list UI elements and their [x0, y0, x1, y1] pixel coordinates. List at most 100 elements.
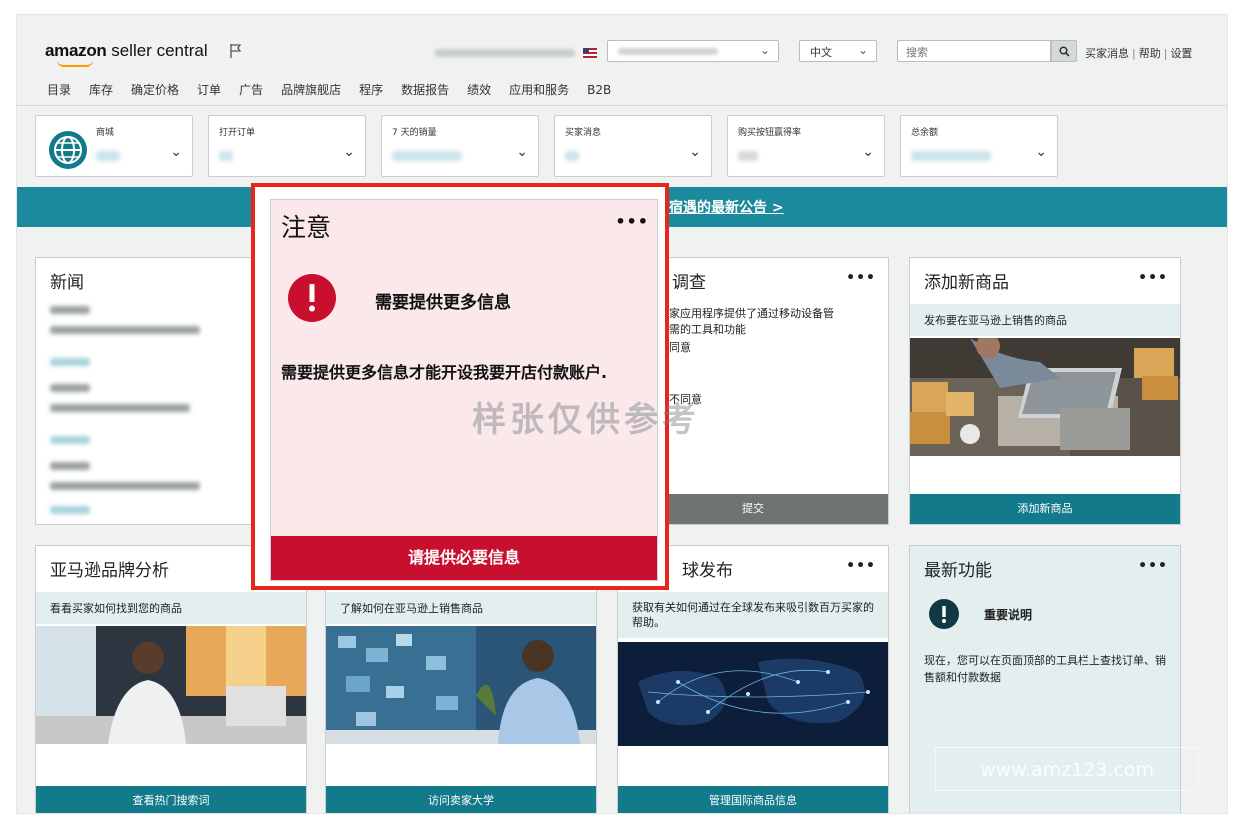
main-nav: 目录 库存 确定价格 订单 广告 品牌旗舰店 程序 数据报告 绩效 应用和服务 B2B — [47, 79, 629, 97]
highlight-outline: 注意 ••• 需要提供更多信息 需要提供更多信息才能开设我要开店付款账户. 请提… — [251, 183, 669, 590]
widget-total-balance[interactable]: 总余额 ⌄ — [900, 115, 1058, 177]
more-options-icon[interactable]: ••• — [615, 212, 649, 231]
search-input[interactable] — [897, 40, 1051, 62]
widget-marketplace[interactable]: 商城 ⌄ — [35, 115, 193, 177]
nav-item[interactable]: 确定价格 — [131, 81, 179, 98]
nav-item[interactable]: 绩效 — [467, 81, 491, 98]
nav-item[interactable]: 数据报告 — [401, 81, 449, 98]
nav-item[interactable]: 订单 — [197, 81, 221, 98]
more-options-icon[interactable]: ••• — [846, 270, 876, 286]
info-alert-icon — [929, 599, 959, 629]
chevron-down-icon: ⌄ — [170, 144, 182, 160]
us-flag-icon — [583, 48, 597, 58]
news-date — [50, 462, 90, 470]
university-person-image — [326, 626, 596, 744]
language-select[interactable]: 中文 ⌄ — [799, 40, 877, 62]
widget-label: 购买按钮赢得率 — [738, 128, 802, 138]
feature-heading: 重要说明 — [984, 608, 1033, 622]
top-links: 买家消息 | 帮助 | 设置 — [1085, 47, 1193, 60]
more-options-icon[interactable]: ••• — [1138, 270, 1168, 286]
card-title: 调查 — [672, 273, 706, 293]
card-title: 添加新商品 — [924, 273, 1009, 293]
announcement-link[interactable]: 宿遇的最新公告 > — [669, 197, 784, 217]
merchant-name — [435, 49, 575, 57]
chevron-down-icon: ⌄ — [862, 144, 874, 160]
link-help[interactable]: 帮助 — [1139, 47, 1161, 60]
card-title: 新闻 — [50, 273, 84, 293]
bookmark-flag-icon[interactable] — [229, 43, 243, 59]
card-add-product: 添加新商品 ••• 发布要在亚马逊上销售的商品 添加新商品 — [909, 257, 1181, 525]
more-options-icon[interactable]: ••• — [846, 558, 876, 574]
visit-seller-university-button[interactable]: 访问卖家大学 — [326, 786, 596, 813]
card-subtitle: 了解如何在亚马逊上销售商品 — [326, 592, 596, 624]
news-link[interactable] — [50, 358, 90, 366]
card-title: 球发布 — [682, 561, 733, 581]
amazon-logo[interactable]: amazon seller central — [45, 41, 208, 61]
news-date — [50, 306, 90, 314]
widget-value — [911, 151, 991, 161]
sample-watermark: 样张仅供参考 — [472, 400, 700, 440]
news-headline — [50, 482, 200, 490]
chevron-down-icon: ⌄ — [343, 144, 355, 160]
card-title: 亚马逊品牌分析 — [50, 561, 169, 581]
chevron-down-icon: ⌄ — [689, 144, 701, 160]
chevron-down-icon: ⌄ — [857, 43, 868, 57]
chevron-down-icon: ⌄ — [759, 43, 770, 57]
nav-item[interactable]: 目录 — [47, 81, 71, 98]
card-subtitle: 获取有关如何通过在全球发布来吸引数百万买家的帮助。 — [618, 592, 888, 638]
provide-info-button[interactable]: 请提供必要信息 — [271, 536, 657, 580]
widget-buybox-rate[interactable]: 购买按钮赢得率 ⌄ — [727, 115, 885, 177]
view-top-search-terms-button[interactable]: 查看热门搜索词 — [36, 786, 306, 813]
link-buyer-messages[interactable]: 买家消息 — [1085, 47, 1129, 60]
chevron-down-icon: ⌄ — [1035, 144, 1047, 160]
nav-item[interactable]: 广告 — [239, 81, 263, 98]
widget-value — [96, 151, 120, 161]
widget-value — [565, 151, 579, 161]
widget-buyer-messages[interactable]: 买家消息 ⌄ — [554, 115, 712, 177]
news-link[interactable] — [50, 506, 90, 514]
dialog-title: 注意 — [281, 213, 332, 242]
feature-body: 现在，您可以在页面顶部的工具栏上查找订单、销售额和付款数据 — [924, 654, 1166, 684]
widget-label: 总余额 — [911, 128, 939, 138]
notice-dialog: 注意 ••• 需要提供更多信息 需要提供更多信息才能开设我要开店付款账户. 请提… — [270, 199, 658, 581]
news-headline — [50, 404, 190, 412]
dialog-heading: 需要提供更多信息 — [375, 293, 511, 313]
add-product-button[interactable]: 添加新商品 — [910, 494, 1180, 524]
dialog-message: 需要提供更多信息才能开设我要开店付款账户. — [281, 363, 608, 382]
nav-item[interactable]: B2B — [587, 83, 611, 97]
nav-item[interactable]: 应用和服务 — [509, 81, 569, 98]
logo-smile-icon — [57, 60, 93, 67]
widget-label: 打开订单 — [219, 128, 256, 138]
widget-label: 7 天的销量 — [392, 128, 437, 138]
nav-item[interactable]: 库存 — [89, 81, 113, 98]
widget-value — [219, 151, 233, 161]
card-title: 最新功能 — [924, 561, 992, 581]
analytics-person-image — [36, 626, 306, 744]
nav-item[interactable]: 程序 — [359, 81, 383, 98]
chevron-down-icon: ⌄ — [516, 144, 528, 160]
widget-value — [738, 151, 758, 161]
widget-value — [392, 151, 462, 161]
manage-international-listings-button[interactable]: 管理国际商品信息 — [618, 786, 888, 813]
search-icon — [1059, 46, 1070, 57]
news-date — [50, 384, 90, 392]
card-subtitle: 看看买家如何找到您的商品 — [36, 592, 306, 624]
widget-label: 买家消息 — [565, 128, 602, 138]
alert-icon — [288, 274, 336, 322]
marketplace-select[interactable]: ⌄ — [607, 40, 779, 62]
product-packing-image — [910, 338, 1180, 456]
header-divider — [17, 105, 1227, 106]
nav-item[interactable]: 品牌旗舰店 — [281, 81, 341, 98]
site-watermark: www.amz123.com — [935, 747, 1199, 791]
widget-open-orders[interactable]: 打开订单 ⌄ — [208, 115, 366, 177]
world-network-image — [618, 642, 888, 746]
widget-sales-7d[interactable]: 7 天的销量 ⌄ — [381, 115, 539, 177]
news-link[interactable] — [50, 436, 90, 444]
search-button[interactable] — [1051, 40, 1077, 62]
more-options-icon[interactable]: ••• — [1138, 558, 1168, 574]
globe-icon — [49, 131, 87, 169]
card-subtitle: 发布要在亚马逊上销售的商品 — [910, 304, 1180, 336]
widget-label: 商城 — [96, 128, 115, 138]
link-settings[interactable]: 设置 — [1170, 47, 1192, 60]
news-headline — [50, 326, 200, 334]
